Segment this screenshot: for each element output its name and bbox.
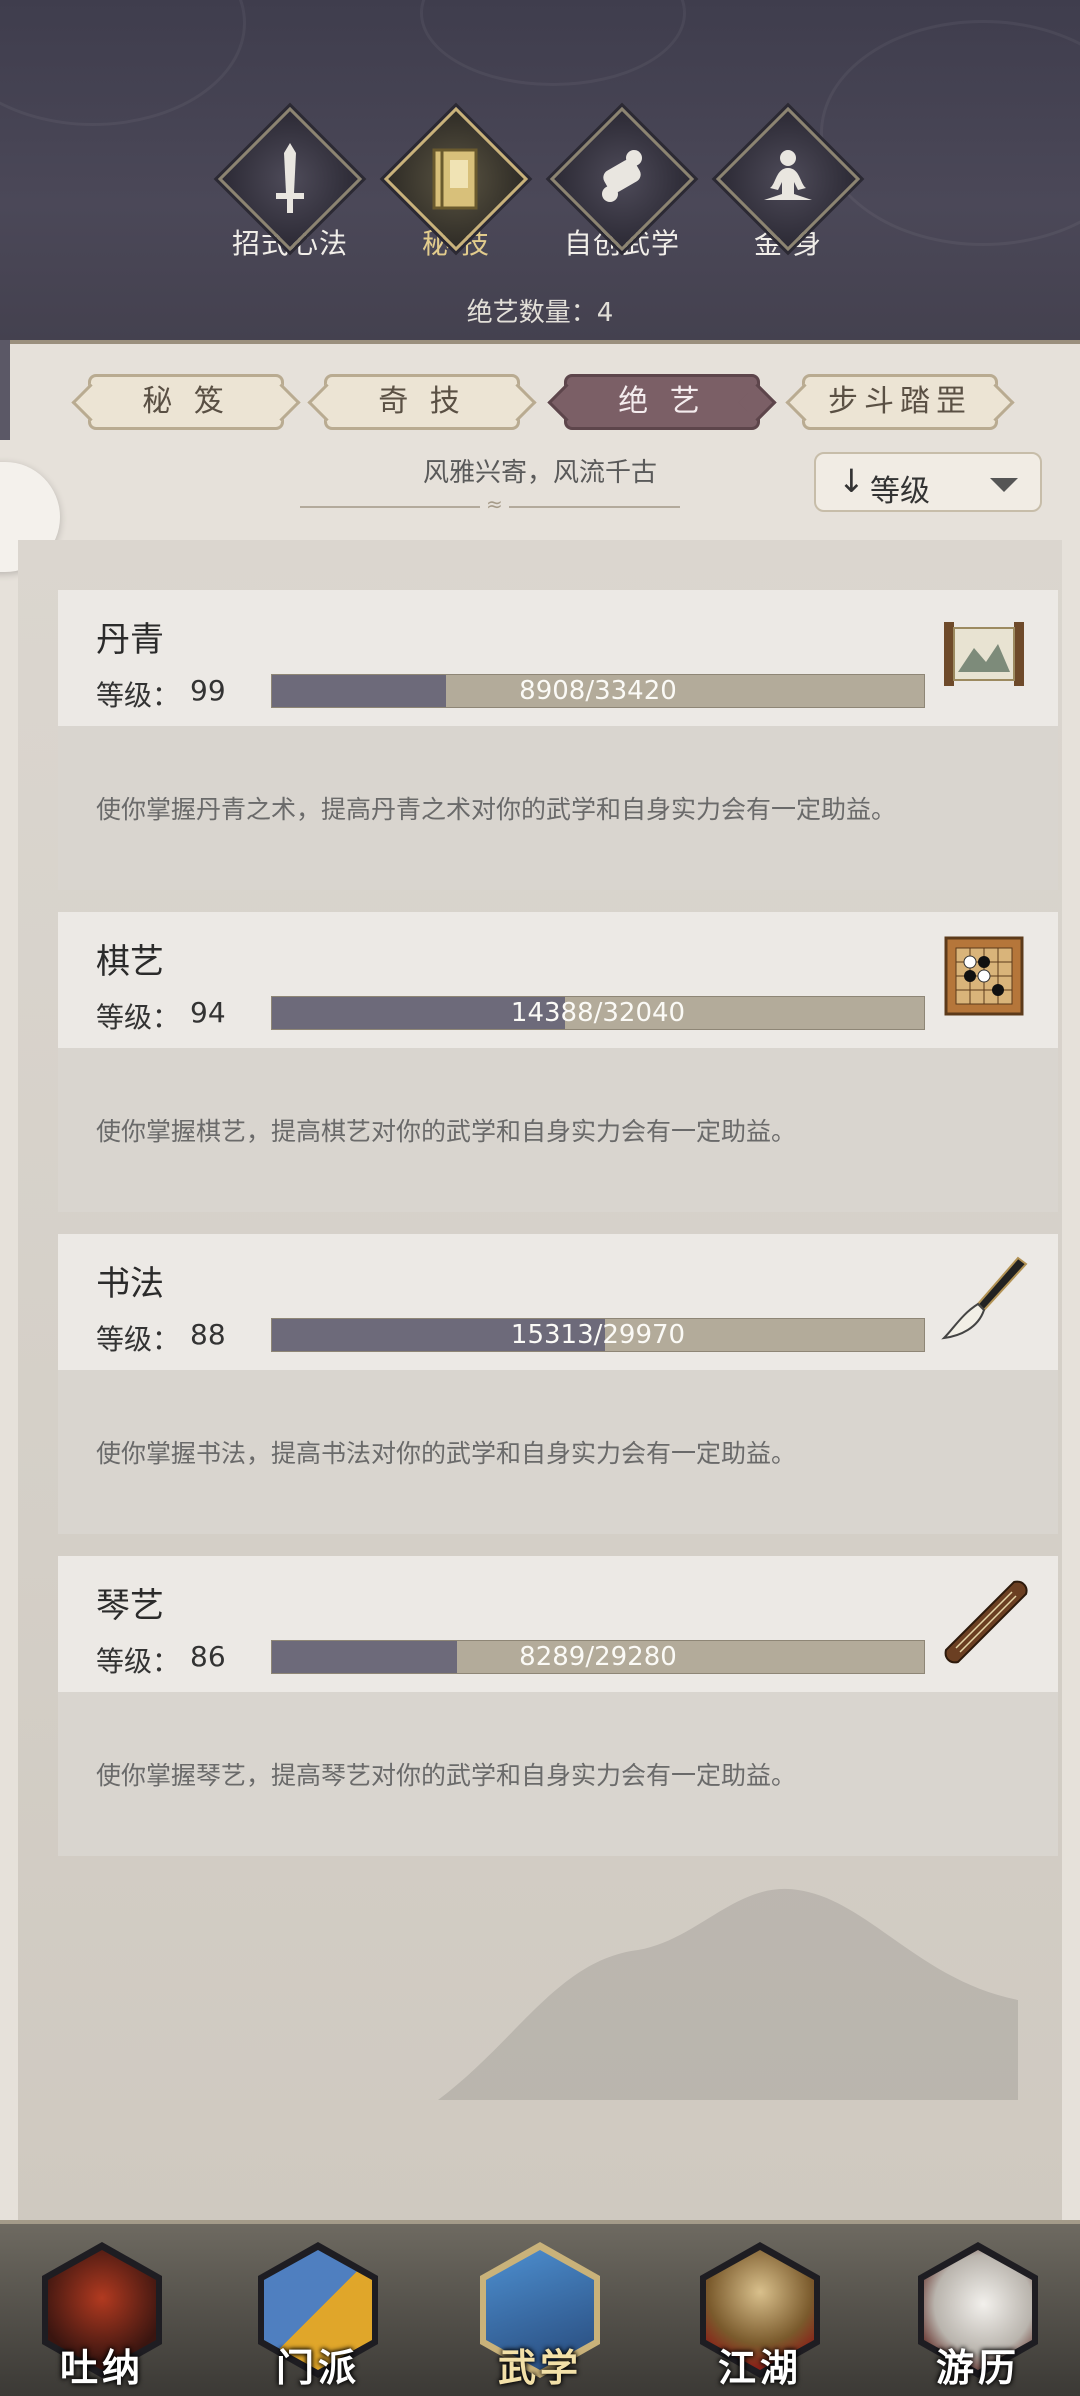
brush-icon: [941, 1256, 1028, 1340]
skill-name: 棋艺: [96, 942, 164, 982]
level-label: 等级：: [96, 1645, 181, 1678]
header: 招式心法 秘 技 自创武学 金 身 绝艺数量：4: [0, 0, 1080, 344]
skill-name: 琴艺: [96, 1586, 164, 1626]
painting-scroll-icon: [944, 622, 1024, 686]
subtab-miji[interactable]: 秘 笈: [88, 374, 284, 430]
skill-description: 使你掌握书法，提高书法对你的武学和自身实力会有一定助益。: [96, 1439, 797, 1468]
skill-name: 丹青: [96, 620, 164, 660]
nav-label: 门派: [275, 2345, 360, 2390]
subtab-jueyi[interactable]: 绝 艺: [564, 374, 760, 430]
skill-list-panel: 丹青 等级： 99 8908/33420 使你掌握丹青之术，提高丹青之术对你的武…: [18, 540, 1062, 2220]
guqin-icon: [944, 1580, 1028, 1664]
tab-zichuang-wuxue[interactable]: 自创武学: [542, 106, 702, 262]
exp-progress-text: 15313/29970: [510, 1320, 686, 1350]
exp-progress-text: 8908/33420: [519, 676, 677, 706]
exp-progress-text: 14388/32040: [510, 998, 686, 1028]
motto-divider: [300, 492, 680, 516]
skill-description: 使你掌握棋艺，提高棋艺对你的武学和自身实力会有一定助益。: [96, 1117, 797, 1146]
juyi-count: 绝艺数量：4: [466, 298, 614, 328]
nav-tuna[interactable]: 吐纳: [34, 2238, 170, 2390]
nav-youli[interactable]: 游历: [910, 2238, 1046, 2390]
subtab-budou-tagang[interactable]: 步斗踏罡: [802, 374, 998, 430]
level-label: 等级：: [96, 679, 181, 712]
skill-card-shufa[interactable]: 书法 等级： 88 15313/29970 使你掌握书法，提高书法对你的武学和自…: [58, 1234, 1058, 1534]
tab-jinshen[interactable]: 金 身: [708, 106, 868, 262]
nav-menpai[interactable]: 门派: [250, 2238, 386, 2390]
exp-progress-bar: 15313/29970: [271, 1318, 925, 1352]
level-value: 86: [190, 1640, 226, 1673]
skill-name: 书法: [96, 1264, 164, 1304]
exp-progress-bar: 8289/29280: [271, 1640, 925, 1674]
chevron-down-icon: [990, 478, 1018, 492]
subtab-qiji[interactable]: 奇 技: [324, 374, 520, 430]
sort-dropdown[interactable]: ↓ 等级: [814, 452, 1042, 512]
level-label: 等级：: [96, 1001, 181, 1034]
side-strip: [0, 340, 10, 440]
motto: 风雅兴寄，风流千古: [422, 458, 657, 488]
skill-card-danqing[interactable]: 丹青 等级： 99 8908/33420 使你掌握丹青之术，提高丹青之术对你的武…: [58, 590, 1058, 890]
sort-direction-icon: ↓: [838, 462, 865, 500]
nav-label: 吐纳: [59, 2345, 144, 2390]
exp-progress-bar: 8908/33420: [271, 674, 925, 708]
level-value: 88: [190, 1318, 226, 1351]
skill-description: 使你掌握丹青之术，提高丹青之术对你的武学和自身实力会有一定助益。: [96, 795, 897, 824]
nav-jianghu[interactable]: 江湖: [692, 2238, 828, 2390]
exp-progress-bar: 14388/32040: [271, 996, 925, 1030]
sort-label: 等级: [870, 474, 930, 509]
ink-landscape-decoration: [438, 1888, 1018, 2100]
level-value: 99: [190, 674, 226, 707]
level-label: 等级：: [96, 1323, 181, 1356]
tab-miji[interactable]: 秘 技: [376, 106, 536, 262]
nav-label: 武学: [497, 2345, 582, 2390]
exp-progress-text: 8289/29280: [519, 1642, 677, 1672]
tab-zhaoshi-xinfa[interactable]: 招式心法: [210, 106, 370, 262]
nav-wuxue[interactable]: 武学: [472, 2238, 608, 2390]
go-board-icon: [944, 936, 1024, 1016]
skill-card-qinyi[interactable]: 琴艺 等级： 86 8289/29280 使你掌握琴艺，提高琴艺对你的武学和自身…: [58, 1556, 1058, 1856]
level-value: 94: [190, 996, 226, 1029]
nav-label: 游历: [935, 2345, 1020, 2390]
skill-card-qiyi[interactable]: 棋艺 等级： 94 14388/32040 使你掌握棋艺，提高棋艺对你的武学和自…: [58, 912, 1058, 1212]
skill-description: 使你掌握琴艺，提高琴艺对你的武学和自身实力会有一定助益。: [96, 1761, 797, 1790]
nav-label: 江湖: [717, 2345, 802, 2390]
